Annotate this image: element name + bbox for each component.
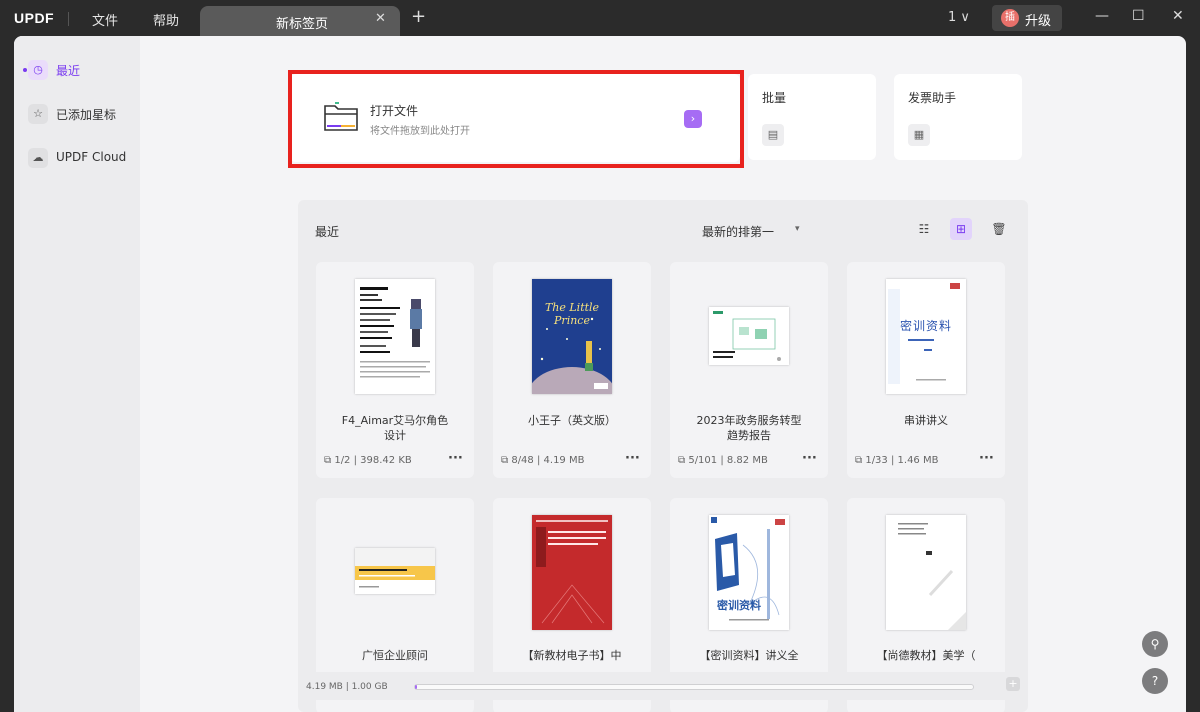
invoice-icon: ▦ (908, 124, 930, 146)
sidebar-item-label: UPDF Cloud (56, 150, 127, 164)
sidebar: ◷ 最近 ☆ 已添加星标 ☁ UPDF Cloud (14, 36, 140, 712)
file-thumbnail: The Little Prince (527, 279, 617, 427)
file-pages: 1/2 (334, 455, 351, 466)
storage-bar: 4.19 MB | 1.00 GB + (298, 672, 1028, 700)
title-bar: UPDF 文件 帮助 新标签页 ✕ + 1 ∨ 插 升级 — ☐ ✕ (0, 0, 1200, 36)
file-name-line: 小王子（英文版） (528, 414, 616, 427)
active-indicator (23, 68, 27, 72)
grid-view-icon[interactable]: ⊞ (950, 218, 972, 240)
chevron-down-icon[interactable]: ▾ (795, 224, 800, 234)
star-icon: ☆ (28, 104, 48, 124)
tab-label: 新标签页 (276, 17, 329, 32)
file-name: 小王子（英文版） (499, 413, 645, 428)
more-options-icon[interactable]: ··· (979, 451, 994, 466)
logo-divider (68, 12, 69, 26)
file-thumbnail: 密训资料 (886, 279, 966, 394)
more-options-icon[interactable]: ··· (802, 451, 817, 466)
window-count-dropdown[interactable]: 1 ∨ (948, 10, 970, 25)
file-thumbnail: 密训资料 (709, 515, 789, 630)
updf-logo: UPDF (14, 10, 55, 26)
file-thumbnail (532, 515, 612, 630)
file-name-line: 【密训资料】讲义全 (699, 649, 799, 662)
file-pages: 5/101 (688, 455, 718, 466)
file-name-line: 趋势报告 (727, 429, 771, 442)
file-name: 串讲讲义 (853, 413, 999, 428)
help-icon[interactable]: ? (1142, 668, 1168, 694)
file-name: 广恒企业顾问 (322, 648, 468, 663)
menu-help[interactable]: 帮助 (153, 10, 179, 29)
storage-usage: 4.19 MB | 1.00 GB (306, 682, 388, 692)
more-options-icon[interactable]: ··· (625, 451, 640, 466)
file-name-line: 【新教材电子书】中 (522, 649, 622, 662)
file-card[interactable]: 密训资料 串讲讲义 ⧉ 1/33 | 1.46 MB ··· (847, 262, 1005, 478)
add-storage-icon[interactable]: + (1006, 677, 1020, 691)
file-name: F4_Aimar艾马尔角色 设计 (322, 413, 468, 443)
file-name-line: F4_Aimar艾马尔角色 (341, 414, 449, 427)
cover-title: 密训资料 (717, 599, 761, 612)
file-name: 【新教材电子书】中 (499, 648, 645, 663)
maximize-icon[interactable]: ☐ (1132, 8, 1145, 24)
file-name-line: 【尚德教材】美学（ (876, 649, 976, 662)
file-name: 【密训资料】讲义全 (676, 648, 822, 663)
more-options-icon[interactable]: ··· (448, 451, 463, 466)
file-size: 4.19 MB (543, 455, 585, 466)
sidebar-item-label: 最近 (56, 64, 81, 78)
batch-icon: ▤ (762, 124, 784, 146)
file-card[interactable]: F4_Aimar艾马尔角色 设计 ⧉ 1/2 | 398.42 KB ··· (316, 262, 474, 478)
storage-progress-fill (415, 685, 418, 689)
file-size: 8.82 MB (726, 455, 768, 466)
recent-panel: 最近 最新的排第一 ▾ ☷ ⊞ 🗑 F4_Aimar艾马尔角色 设计 ⧉ 1/2… (298, 200, 1028, 712)
sort-dropdown[interactable]: 最新的排第一 (702, 223, 774, 240)
avatar: 插 (1001, 9, 1019, 27)
cover-title: The Little Prince (544, 301, 600, 327)
cloud-icon: ☁ (28, 148, 48, 168)
file-thumbnail (355, 548, 435, 594)
file-name-line: 串讲讲义 (904, 414, 948, 427)
batch-card[interactable]: 批量 ▤ (748, 74, 876, 160)
minimize-icon[interactable]: — (1095, 8, 1109, 24)
file-meta: ⧉ 1/33 | 1.46 MB (855, 455, 939, 466)
invoice-card[interactable]: 发票助手 ▦ (894, 74, 1022, 160)
file-thumbnail (355, 279, 435, 394)
file-name: 2023年政务服务转型 趋势报告 (676, 413, 822, 443)
file-name-line: 2023年政务服务转型 (696, 414, 802, 427)
search-icon[interactable]: ⚲ (1142, 631, 1168, 657)
file-card[interactable]: 2023年政务服务转型 趋势报告 ⧉ 5/101 | 8.82 MB ··· (670, 262, 828, 478)
file-size: 1.46 MB (897, 455, 939, 466)
file-name-line: 设计 (384, 429, 406, 442)
file-pages: 8/48 (511, 455, 534, 466)
file-thumbnail (709, 307, 789, 365)
file-pages: 1/33 (865, 455, 888, 466)
clock-icon: ◷ (28, 60, 48, 80)
file-size: 398.42 KB (360, 455, 412, 466)
file-meta: ⧉ 8/48 | 4.19 MB (501, 455, 585, 466)
highlight-frame (288, 70, 744, 168)
upgrade-button[interactable]: 插 升级 (992, 5, 1062, 31)
app-body: ◷ 最近 ☆ 已添加星标 ☁ UPDF Cloud 打开文件 将文件拖放到此处打… (14, 36, 1186, 712)
storage-progress (414, 684, 974, 690)
file-meta: ⧉ 1/2 | 398.42 KB (324, 455, 412, 466)
trash-icon[interactable]: 🗑 (988, 218, 1010, 240)
tab-close-icon[interactable]: ✕ (375, 11, 386, 26)
sidebar-item-label: 已添加星标 (56, 108, 117, 122)
cover-title: 密训资料 (899, 319, 952, 333)
recent-title: 最近 (315, 225, 340, 239)
close-window-icon[interactable]: ✕ (1172, 8, 1184, 24)
tab-new[interactable]: 新标签页 ✕ (200, 6, 400, 36)
file-name-line: 广恒企业顾问 (362, 649, 428, 662)
batch-title: 批量 (762, 91, 787, 105)
list-view-icon[interactable]: ☷ (913, 218, 935, 240)
file-thumbnail (886, 515, 966, 630)
upgrade-label: 升级 (1025, 14, 1052, 29)
invoice-title: 发票助手 (908, 91, 957, 105)
menu-file[interactable]: 文件 (92, 10, 118, 29)
add-tab-icon[interactable]: + (411, 6, 426, 27)
file-card[interactable]: The Little Prince 小王子（英文版） ⧉ 8/48 | 4.19… (493, 262, 651, 478)
file-meta: ⧉ 5/101 | 8.82 MB (678, 455, 768, 466)
file-name: 【尚德教材】美学（ (853, 648, 999, 663)
